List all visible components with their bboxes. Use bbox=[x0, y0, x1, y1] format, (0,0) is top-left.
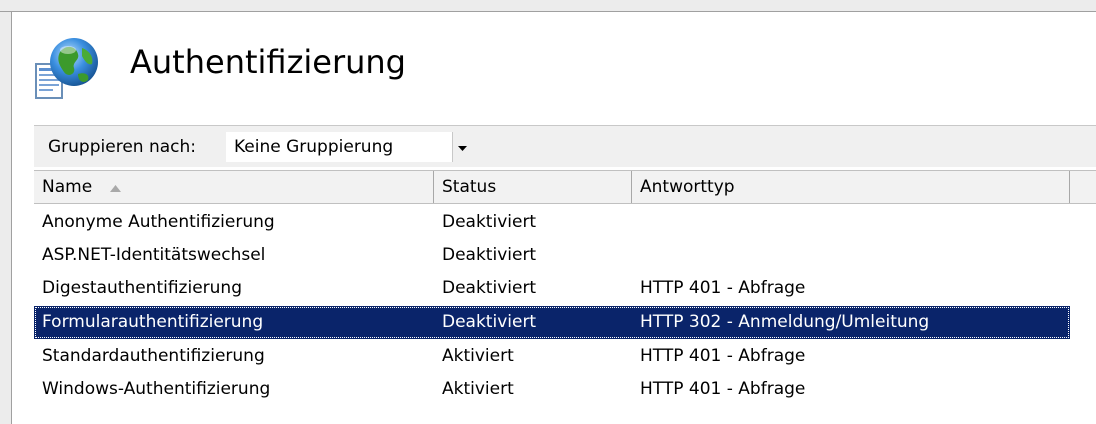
list-item[interactable]: Anonyme Authentifizierung Deaktiviert bbox=[34, 206, 1070, 239]
cell-antworttyp: HTTP 401 - Abfrage bbox=[640, 278, 806, 298]
cell-name: ASP.NET-Identitätswechsel bbox=[42, 245, 266, 265]
cell-name: Formularauthentifizierung bbox=[42, 312, 264, 332]
cell-status: Deaktiviert bbox=[442, 212, 537, 232]
list-header: Name Status Antworttyp bbox=[34, 170, 1096, 204]
cell-status: Deaktiviert bbox=[442, 245, 537, 265]
authentication-globe-document-icon bbox=[30, 34, 104, 106]
cell-antworttyp: HTTP 401 - Abfrage bbox=[640, 346, 806, 366]
column-header-label: Status bbox=[442, 177, 497, 197]
group-by-label: Gruppieren nach: bbox=[48, 137, 196, 157]
cell-antworttyp bbox=[632, 206, 1070, 239]
authentication-list: Name Status Antworttyp Anonyme Authentif… bbox=[34, 170, 1096, 424]
group-by-toolbar: Gruppieren nach: Keine Gruppierung bbox=[34, 125, 1096, 167]
cell-antworttyp bbox=[632, 239, 1070, 272]
column-header-empty[interactable] bbox=[1070, 171, 1096, 203]
page-header: Authentifizierung bbox=[30, 30, 930, 110]
list-item[interactable]: Digestauthentifizierung Deaktiviert HTTP… bbox=[34, 272, 1070, 305]
sort-ascending-icon bbox=[109, 171, 121, 203]
cell-status: Aktiviert bbox=[442, 379, 514, 399]
list-item[interactable]: Windows-Authentifizierung Aktiviert HTTP… bbox=[34, 373, 1070, 406]
list-item[interactable]: Standardauthentifizierung Aktiviert HTTP… bbox=[34, 340, 1070, 373]
column-header-antworttyp[interactable]: Antworttyp bbox=[632, 171, 1070, 203]
group-by-selected-value: Keine Gruppierung bbox=[234, 137, 394, 157]
column-header-status[interactable]: Status bbox=[434, 171, 632, 203]
column-header-name[interactable]: Name bbox=[34, 171, 434, 203]
list-item-selected[interactable]: Formularauthentifizierung Deaktiviert HT… bbox=[34, 306, 1070, 339]
group-by-dropdown[interactable]: Keine Gruppierung bbox=[226, 132, 472, 162]
cell-antworttyp: HTTP 302 - Anmeldung/Umleitung bbox=[640, 312, 930, 332]
cell-name: Digestauthentifizierung bbox=[42, 278, 242, 298]
column-header-label: Antworttyp bbox=[640, 177, 735, 197]
window-frame-top bbox=[0, 0, 1096, 12]
list-item[interactable]: ASP.NET-Identitätswechsel Deaktiviert bbox=[34, 239, 1070, 272]
dropdown-button[interactable] bbox=[452, 132, 472, 162]
column-header-label: Name bbox=[42, 177, 93, 197]
cell-status: Aktiviert bbox=[442, 346, 514, 366]
cell-antworttyp: HTTP 401 - Abfrage bbox=[640, 379, 806, 399]
cell-status: Deaktiviert bbox=[442, 278, 537, 298]
window-frame-left bbox=[0, 12, 12, 424]
page-title: Authentifizierung bbox=[130, 43, 406, 81]
cell-status: Deaktiviert bbox=[442, 312, 537, 332]
cell-name: Anonyme Authentifizierung bbox=[42, 212, 275, 232]
chevron-down-icon bbox=[458, 137, 467, 157]
cell-name: Standardauthentifizierung bbox=[42, 346, 265, 366]
cell-name: Windows-Authentifizierung bbox=[42, 379, 271, 399]
